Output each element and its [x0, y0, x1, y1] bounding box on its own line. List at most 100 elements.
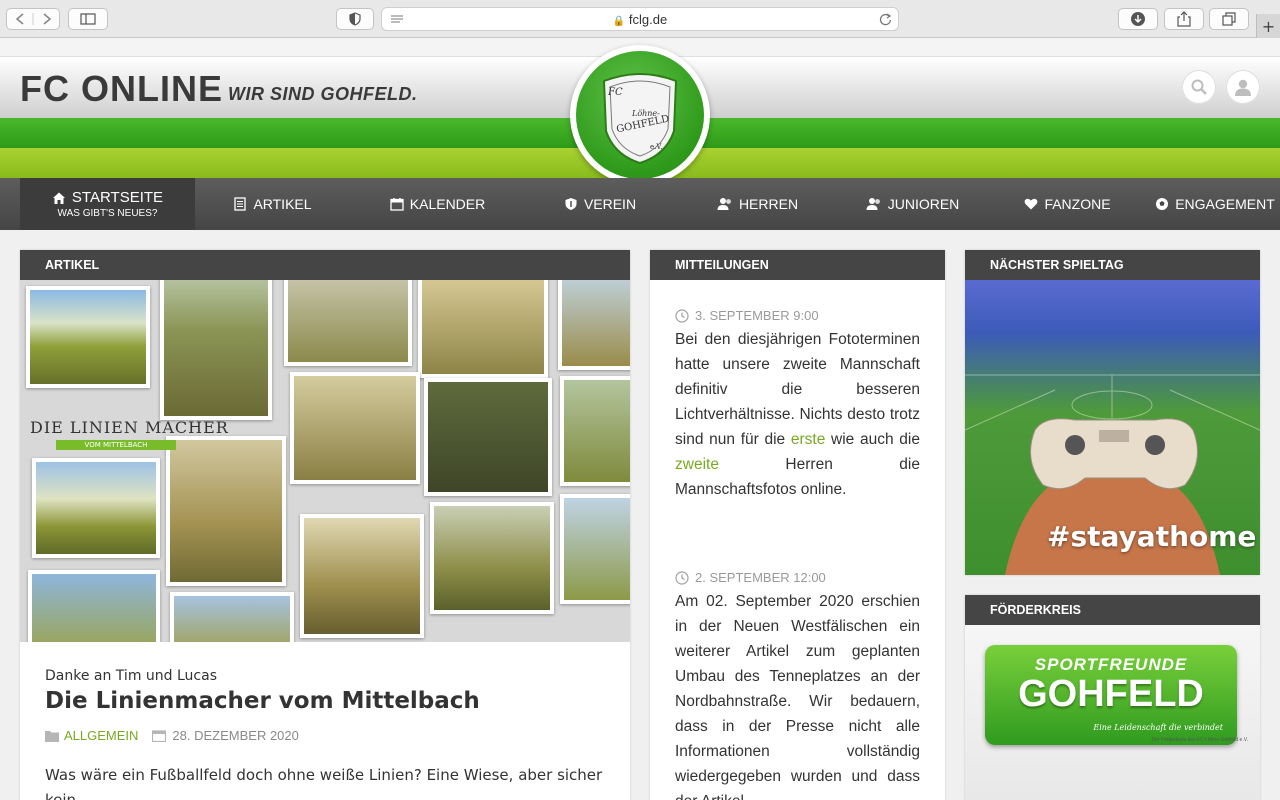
- collage-photo: [284, 280, 412, 366]
- url-text: 🔒 fclg.de: [382, 12, 898, 27]
- collage-title: DIE LINIEN MACHER: [30, 418, 229, 437]
- collage-photo: [560, 494, 630, 604]
- panel-heading: FÖRDERKREIS: [965, 595, 1260, 625]
- message-text-part: wie auch die: [825, 431, 920, 448]
- main-navigation: STARTSEITE WAS GIBT'S NEUES? ARTIKEL KAL…: [0, 178, 1280, 230]
- search-button[interactable]: [1182, 70, 1216, 104]
- sportfreunde-banner: SPORTFREUNDE GOHFELD Eine Leidenschaft d…: [985, 645, 1237, 745]
- nav-item-verein[interactable]: VEREIN: [525, 178, 675, 230]
- article-image[interactable]: DIE LINIEN MACHER VOM MITTELBACH: [20, 280, 630, 642]
- downloads-button[interactable]: [1118, 8, 1158, 30]
- reload-icon[interactable]: [879, 13, 892, 26]
- calendar-icon: [390, 198, 404, 211]
- collage-photo: [300, 514, 424, 638]
- user-icon: [1235, 79, 1251, 96]
- panel-heading: NÄCHSTER SPIELTAG: [965, 250, 1260, 280]
- nav-item-artikel[interactable]: ARTIKEL: [195, 178, 350, 230]
- collage-photo: [28, 570, 160, 642]
- nav-label: KALENDER: [409, 196, 486, 212]
- heart-icon: [1025, 198, 1038, 210]
- message-date: 2. SEPTEMBER 12:00: [675, 570, 920, 585]
- site-title[interactable]: FC ONLINE: [20, 68, 223, 110]
- folder-icon: [45, 730, 59, 742]
- address-bar[interactable]: 🔒 fclg.de: [381, 7, 899, 31]
- users-icon: [717, 198, 731, 210]
- back-forward-buttons[interactable]: [6, 8, 60, 30]
- message-item: 2. SEPTEMBER 12:00 Am 02. September 2020…: [675, 570, 920, 800]
- clock-icon: [675, 308, 689, 323]
- article-kicker: Danke an Tim und Lucas: [45, 668, 217, 684]
- new-tab-button[interactable]: +: [1256, 14, 1280, 38]
- account-button[interactable]: [1226, 70, 1260, 104]
- nav-item-startseite[interactable]: STARTSEITE WAS GIBT'S NEUES?: [20, 178, 195, 230]
- link-zweite[interactable]: zweite: [675, 456, 719, 473]
- plus-icon: +: [1261, 16, 1276, 36]
- messages-panel: MITTEILUNGEN 3. SEPTEMBER 9:00 Bei den d…: [650, 250, 945, 800]
- club-logo[interactable]: FC Löhne- GOHFELD e.V.: [570, 45, 710, 185]
- article-category[interactable]: ALLGEMEIN: [64, 728, 138, 743]
- collage-photo: [290, 372, 420, 484]
- nav-label: JUNIOREN: [887, 196, 960, 212]
- message-date-text: 3. SEPTEMBER 9:00: [695, 308, 819, 323]
- link-erste[interactable]: erste: [791, 431, 825, 448]
- collage-subtitle: VOM MITTELBACH: [56, 440, 176, 450]
- collage-photo: [160, 280, 272, 420]
- collage-photo: [418, 280, 548, 378]
- collage-photo: [430, 502, 554, 614]
- nav-label: VEREIN: [583, 196, 637, 212]
- nav-item-fanzone[interactable]: FANZONE: [985, 178, 1150, 230]
- lock-icon: 🔒: [612, 16, 626, 27]
- site-header: FC ONLINE WIR SIND GOHFELD. FC Löhne- GO…: [0, 38, 1280, 185]
- next-match-panel: NÄCHSTER SPIELTAG #stayathome: [965, 250, 1260, 575]
- collage-photo: [560, 376, 630, 486]
- hashtag-text: #stayathome: [1047, 520, 1257, 553]
- article-icon: [234, 197, 247, 211]
- article-body: Danke an Tim und Lucas Die Linienmacher …: [20, 642, 630, 800]
- nav-label: ENGAGEMENT: [1175, 196, 1275, 212]
- tabs-overview-button[interactable]: [1209, 8, 1249, 30]
- nav-item-herren[interactable]: HERREN: [675, 178, 840, 230]
- panel-heading: ARTIKEL: [20, 250, 630, 280]
- support-banner-area[interactable]: SPORTFREUNDE GOHFELD Eine Leidenschaft d…: [965, 625, 1260, 800]
- shield-icon: [565, 198, 577, 210]
- nav-item-kalender[interactable]: KALENDER: [350, 178, 525, 230]
- banner-footnote: Der Förderkreis des FC Löhne-Gohfeld e.V…: [1151, 737, 1248, 743]
- users-icon: [866, 198, 880, 210]
- search-icon: [1191, 79, 1207, 95]
- message-text: Am 02. September 2020 erschien in der Ne…: [675, 593, 920, 800]
- banner-big-text: GOHFELD: [1018, 673, 1204, 715]
- logo-badge: FC Löhne- GOHFELD e.V.: [576, 51, 704, 179]
- collage-photo: [166, 436, 286, 586]
- message-date: 3. SEPTEMBER 9:00: [675, 308, 920, 323]
- stayathome-image[interactable]: #stayathome: [965, 280, 1260, 575]
- support-panel: FÖRDERKREIS SPORTFREUNDE GOHFELD Eine Le…: [965, 595, 1260, 800]
- sidebar-icon: [80, 13, 96, 25]
- article-meta: ALLGEMEIN 28. DEZEMBER 2020: [45, 728, 605, 743]
- privacy-report-button[interactable]: [336, 8, 374, 30]
- ball-icon: [1156, 198, 1169, 210]
- download-icon: [1131, 12, 1145, 26]
- article-title[interactable]: Die Linienmacher vom Mittelbach: [45, 688, 605, 714]
- shield-half-icon: [349, 12, 361, 26]
- nav-item-engagement[interactable]: ENGAGEMENT: [1150, 178, 1280, 230]
- nav-label: FANZONE: [1044, 196, 1111, 212]
- calendar-icon: [152, 730, 167, 742]
- message-date-text: 2. SEPTEMBER 12:00: [695, 570, 826, 585]
- message-text: Bei den diesjährigen Fototerminen hatte …: [675, 327, 920, 502]
- tabs-icon: [1222, 12, 1236, 26]
- share-icon: [1177, 11, 1191, 27]
- article-excerpt: Was wäre ein Fußballfeld doch ohne weiße…: [45, 766, 603, 800]
- logo-text-4: e.V.: [650, 143, 663, 151]
- sidebar-toggle-button[interactable]: [68, 8, 108, 30]
- collage-photo: [32, 458, 160, 558]
- collage-photo: [558, 280, 630, 370]
- collage-photo: [424, 378, 552, 496]
- home-icon: [52, 192, 65, 204]
- nav-label: STARTSEITE: [71, 189, 164, 206]
- nav-item-junioren[interactable]: JUNIOREN: [840, 178, 985, 230]
- articles-panel: ARTIKEL DIE LINIEN MACHER VOM MITTELBACH…: [20, 250, 630, 800]
- share-button[interactable]: [1164, 8, 1204, 30]
- message-item: 3. SEPTEMBER 9:00 Bei den diesjährigen F…: [675, 308, 920, 502]
- article-date: 28. DEZEMBER 2020: [172, 728, 299, 743]
- browser-toolbar: 🔒 fclg.de +: [0, 0, 1280, 38]
